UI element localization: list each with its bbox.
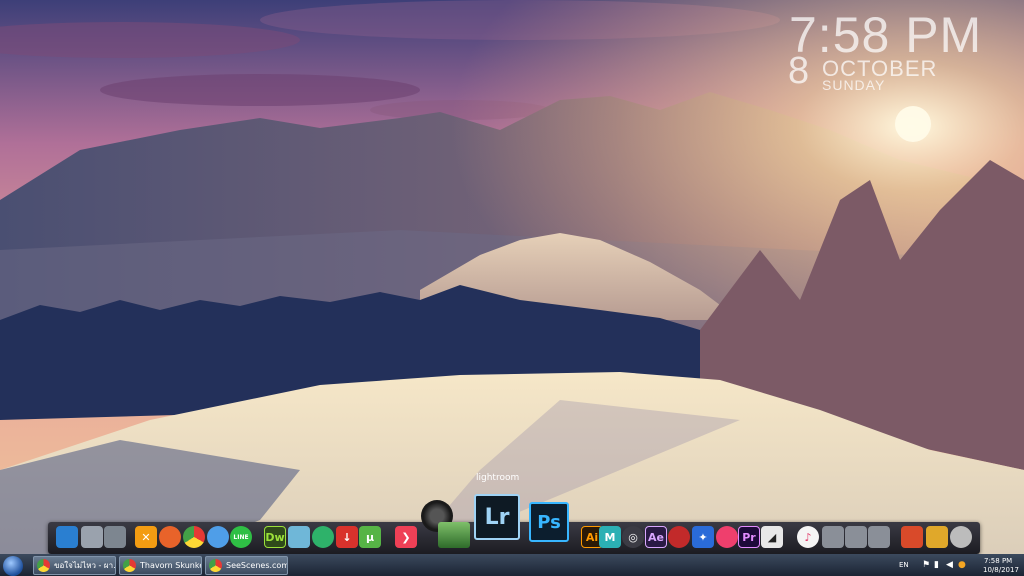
clock-day: 8 xyxy=(788,50,810,92)
davinci-icon[interactable] xyxy=(716,526,738,548)
pocket-icon[interactable]: ❯ xyxy=(395,526,417,548)
aftereffects-icon[interactable]: Ae xyxy=(645,526,667,548)
folder-icon-3[interactable] xyxy=(868,526,890,548)
taskbar-item-label: Thavorn Skunkess... xyxy=(140,561,201,570)
photoshop-icon[interactable]: Ps xyxy=(529,502,569,542)
network-icon[interactable]: ▮ xyxy=(934,560,939,570)
notification-icon[interactable]: ● xyxy=(958,560,966,570)
flag-icon[interactable]: ⚑ xyxy=(922,560,930,570)
bird-icon[interactable] xyxy=(926,526,948,548)
unity-icon[interactable]: ◢ xyxy=(761,526,783,548)
folder-icon-2[interactable] xyxy=(845,526,867,548)
dock-tooltip: lightroom xyxy=(476,473,520,483)
maya-icon[interactable]: M xyxy=(599,526,621,548)
utorrent-icon[interactable]: µ xyxy=(359,526,381,548)
photos-icon[interactable] xyxy=(438,522,470,548)
chrome-icon xyxy=(37,559,50,572)
volume-icon[interactable]: ◀ xyxy=(946,560,953,570)
premiere-icon[interactable]: Pr xyxy=(738,526,760,548)
xampp-icon[interactable]: ✕ xyxy=(135,526,157,548)
messenger-icon[interactable] xyxy=(207,526,229,548)
recycle-bin-icon[interactable] xyxy=(950,526,972,548)
clock-weekday: SUNDAY xyxy=(822,77,886,93)
chrome-icon xyxy=(123,559,136,572)
firefox-icon[interactable] xyxy=(159,526,181,548)
taskbar-item-label: SeeScenes.com |... xyxy=(226,561,287,570)
drive-icon[interactable] xyxy=(81,526,103,548)
dropbox-icon[interactable]: ✦ xyxy=(692,526,714,548)
taskbar-item-1[interactable]: ขอใจไม่ไหว - ผา... xyxy=(33,556,116,575)
language-indicator[interactable]: EN xyxy=(899,561,909,569)
notepad-icon[interactable] xyxy=(288,526,310,548)
taskbar-item-2[interactable]: Thavorn Skunkess... xyxy=(119,556,202,575)
tray-date[interactable]: 10/8/2017 xyxy=(983,566,1019,574)
chrome-icon xyxy=(209,559,222,572)
cinema4d-icon[interactable]: ◎ xyxy=(622,526,644,548)
computer-icon[interactable] xyxy=(56,526,78,548)
tray-time[interactable]: 7:58 PM xyxy=(984,557,1012,565)
taskbar-item-label: ขอใจไม่ไหว - ผา... xyxy=(54,561,115,570)
drive-icon-2[interactable] xyxy=(104,526,126,548)
itunes-icon[interactable]: ♪ xyxy=(797,526,819,548)
start-button[interactable] xyxy=(3,556,23,576)
dreamweaver-icon[interactable]: Dw xyxy=(264,526,286,548)
line-icon[interactable]: LINE xyxy=(230,526,252,548)
download-icon[interactable]: ↓ xyxy=(336,526,358,548)
app-red-icon[interactable] xyxy=(668,526,690,548)
globe-icon[interactable] xyxy=(312,526,334,548)
lightroom-icon[interactable]: Lr xyxy=(474,494,520,540)
chrome-icon[interactable] xyxy=(183,526,205,548)
tools-icon[interactable] xyxy=(901,526,923,548)
folder-icon-1[interactable] xyxy=(822,526,844,548)
taskbar-item-3[interactable]: SeeScenes.com |... xyxy=(205,556,288,575)
